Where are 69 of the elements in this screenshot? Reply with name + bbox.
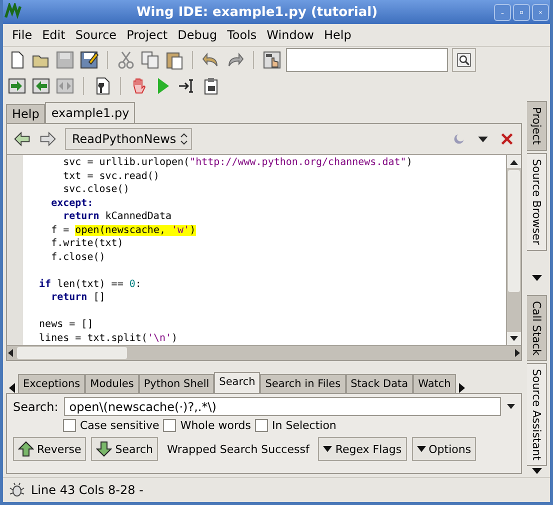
checkbox-label: In Selection bbox=[272, 419, 336, 432]
tool-tab[interactable]: Search bbox=[214, 372, 260, 393]
app-logo-icon bbox=[4, 3, 22, 21]
back-arrow-icon[interactable] bbox=[13, 130, 31, 148]
caret-icon bbox=[323, 446, 332, 452]
side-tab[interactable]: Call Stack bbox=[527, 294, 547, 361]
right-arrow-icon[interactable] bbox=[513, 349, 521, 357]
left-arrow-icon[interactable] bbox=[8, 383, 16, 393]
tool-tab[interactable]: Stack Data bbox=[346, 374, 414, 393]
horizontal-scrollbar[interactable] bbox=[7, 345, 521, 360]
menu-item[interactable]: Project bbox=[122, 28, 173, 42]
menu-item[interactable]: Debug bbox=[172, 28, 222, 42]
menu-item[interactable]: Help bbox=[318, 28, 356, 42]
checkbox-label: Whole words bbox=[180, 419, 251, 432]
step-out-icon[interactable] bbox=[31, 76, 51, 96]
editor-tab[interactable]: Help bbox=[6, 104, 46, 123]
side-tab[interactable]: Source Assistant bbox=[527, 362, 547, 466]
tool-tab[interactable]: Watch bbox=[413, 374, 456, 393]
up-arrow-icon[interactable] bbox=[510, 158, 518, 164]
reverse-button[interactable]: Reverse bbox=[13, 437, 86, 461]
checkbox[interactable] bbox=[255, 419, 268, 432]
tool-tab[interactable]: Exceptions bbox=[18, 374, 86, 393]
copy-icon[interactable] bbox=[140, 50, 160, 70]
checkbox[interactable] bbox=[63, 419, 76, 432]
paste-icon[interactable] bbox=[164, 50, 184, 70]
up-arrow-icon bbox=[18, 441, 34, 457]
vertical-scrollbar[interactable] bbox=[506, 155, 521, 345]
tool-tab[interactable]: Python Shell bbox=[138, 374, 214, 393]
down-arrow-icon[interactable] bbox=[510, 336, 518, 342]
menu-item[interactable]: Edit bbox=[37, 28, 70, 42]
menu-button[interactable]: Regex Flags bbox=[318, 437, 407, 461]
side-tab[interactable]: Source Browser bbox=[527, 152, 547, 250]
step-over-icon[interactable] bbox=[55, 76, 75, 96]
status-text: Line 43 Cols 8-28 - bbox=[31, 483, 144, 497]
toolbar-search-field[interactable] bbox=[286, 48, 448, 72]
close-icon[interactable] bbox=[499, 131, 515, 147]
search-button[interactable]: Search bbox=[91, 437, 158, 461]
search-label: Search: bbox=[13, 400, 58, 414]
scissors-icon[interactable] bbox=[116, 50, 136, 70]
menu-item[interactable]: Window bbox=[262, 28, 319, 42]
search-field[interactable]: open\(newscache(·)?,.*\) bbox=[64, 397, 501, 416]
left-arrow-icon[interactable] bbox=[7, 349, 15, 357]
function-selector[interactable]: ReadPythonNews bbox=[65, 128, 192, 150]
side-tab[interactable]: Project bbox=[527, 101, 547, 151]
search-status-text: Wrapped Search Successf bbox=[166, 442, 311, 456]
tool-tab[interactable]: Search in Files bbox=[260, 374, 346, 393]
menu-item[interactable]: Source bbox=[70, 28, 122, 42]
forward-arrow-icon[interactable] bbox=[39, 130, 57, 148]
search-button[interactable] bbox=[452, 48, 476, 72]
editor-tab[interactable]: example1.py bbox=[45, 102, 136, 123]
dropdown-arrow-icon[interactable] bbox=[532, 274, 542, 280]
dropdown-arrow-icon[interactable] bbox=[532, 468, 542, 474]
checkbox[interactable] bbox=[163, 419, 176, 432]
hand-pointer-icon[interactable] bbox=[262, 50, 282, 70]
caret-icon bbox=[416, 446, 426, 452]
window-title: Wing IDE: example1.py (tutorial) bbox=[135, 4, 379, 20]
step-into-icon[interactable] bbox=[7, 76, 27, 96]
tool-tab[interactable]: Modules bbox=[85, 374, 139, 393]
right-arrow-icon[interactable] bbox=[458, 383, 466, 393]
checkbox-label: Case sensitive bbox=[80, 419, 160, 432]
menu-item[interactable]: Tools bbox=[222, 28, 262, 42]
disk-pencil-icon[interactable] bbox=[79, 50, 99, 70]
bug-icon[interactable] bbox=[9, 482, 25, 498]
search-icon bbox=[456, 52, 472, 68]
menu-item[interactable]: File bbox=[7, 28, 38, 42]
dropdown-arrow-icon[interactable] bbox=[507, 404, 515, 410]
menu-button[interactable]: Options bbox=[412, 437, 476, 461]
down-arrow-icon bbox=[96, 441, 112, 457]
spinner-arrows-icon bbox=[180, 132, 188, 146]
